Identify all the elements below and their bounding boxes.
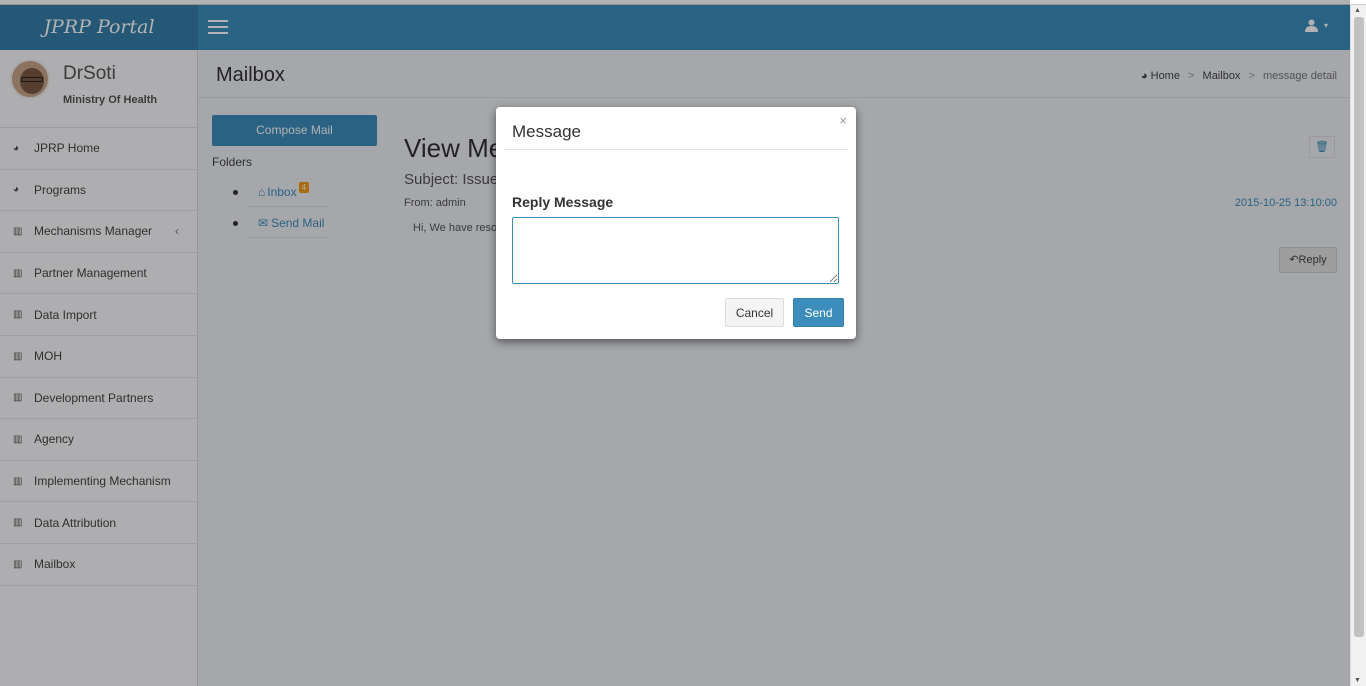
reply-message-textarea[interactable]: [512, 217, 839, 284]
reply-message-modal: Message × Reply Message Cancel Send: [496, 107, 856, 339]
reply-message-label: Reply Message: [512, 194, 614, 210]
scroll-down-icon[interactable]: ▼: [1354, 677, 1361, 684]
modal-backdrop[interactable]: [0, 0, 1350, 686]
modal-title: Message: [512, 122, 581, 141]
send-button[interactable]: Send: [793, 298, 844, 327]
scrollbar-thumb[interactable]: [1354, 17, 1364, 637]
page-scrollbar[interactable]: ▲ ▼: [1350, 5, 1366, 686]
scroll-up-icon[interactable]: ▲: [1354, 7, 1361, 14]
close-icon[interactable]: ×: [839, 113, 847, 128]
cancel-button[interactable]: Cancel: [725, 298, 784, 327]
modal-divider: [504, 149, 848, 150]
